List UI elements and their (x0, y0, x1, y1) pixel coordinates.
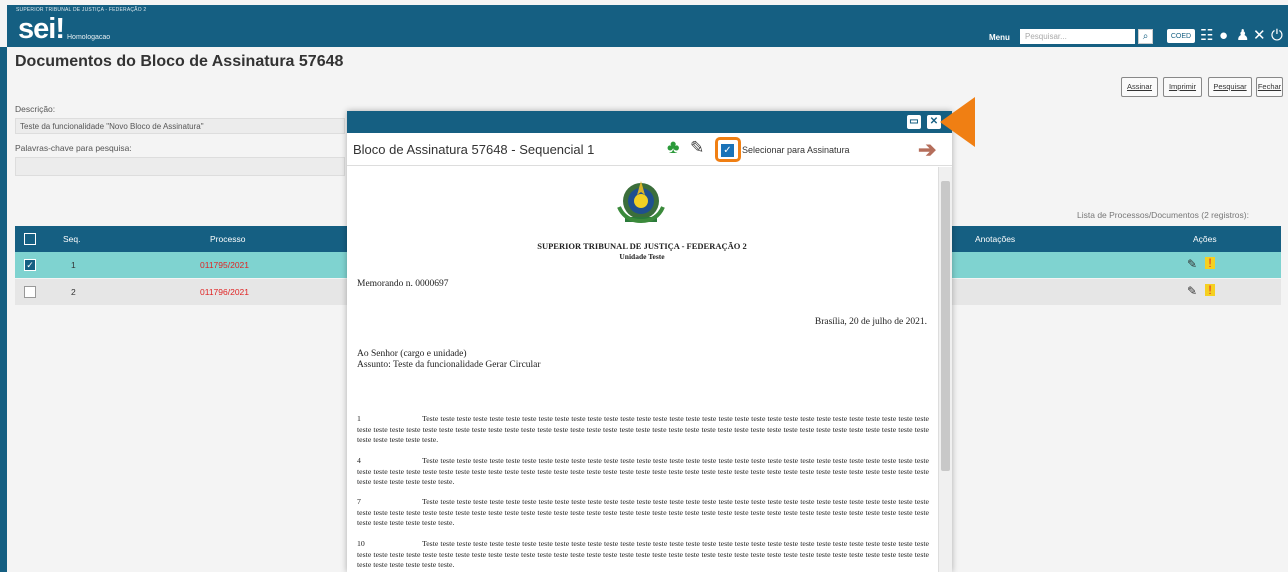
tree-icon[interactable]: ♣ (667, 137, 679, 159)
paragraph: 10 Teste teste teste teste teste teste te… (357, 539, 929, 570)
document-view: SUPERIOR TRIBUNAL DE JUSTIÇA - FEDERAÇÃO… (347, 167, 937, 572)
tools-icon[interactable]: ✕ (1253, 27, 1266, 45)
left-border (0, 47, 7, 572)
modal-title: Bloco de Assinatura 57648 - Sequencial 1 (353, 142, 595, 157)
sei-logo[interactable]: sei! (18, 15, 65, 44)
modal-header: Bloco de Assinatura 57648 - Sequencial 1… (347, 133, 952, 166)
arrow-right-icon[interactable]: ➔ (918, 137, 936, 163)
select-all-checkbox[interactable] (24, 233, 36, 245)
info-icon[interactable]: ● (1219, 27, 1228, 45)
scroll-thumb[interactable] (941, 181, 950, 471)
descricao-label: Descrição: (15, 104, 56, 114)
memo-number: Memorando n. 0000697 (357, 279, 449, 289)
power-icon[interactable]: ⏻ (1271, 27, 1283, 45)
doc-recipient: Ao Senhor (cargo e unidade) (357, 349, 467, 359)
search-input[interactable]: Pesquisar... (1020, 29, 1135, 44)
brasao-seal (617, 181, 665, 224)
doc-date: Brasília, 20 de julho de 2021. (814, 317, 927, 327)
imprimir-button[interactable]: Imprimir (1163, 77, 1202, 97)
select-for-signature-checkbox[interactable]: ✓ (721, 144, 734, 157)
alert-icon[interactable]: ! (1205, 284, 1215, 296)
alert-icon[interactable]: ! (1205, 257, 1215, 269)
search-icon[interactable]: ⌕ (1138, 29, 1153, 44)
grid-icon[interactable]: ☷ (1200, 27, 1213, 45)
records-count: Lista de Processos/Documentos (2 registr… (1077, 210, 1249, 220)
palavras-chave-label: Palavras-chave para pesquisa: (15, 143, 132, 153)
process-link[interactable]: 011795/2021 (200, 260, 249, 270)
unit-name: Unidade Teste (619, 252, 665, 261)
orange-pointer-arrow (940, 97, 975, 147)
pen-icon[interactable]: ✎ (1187, 257, 1197, 271)
col-anotacoes: Anotações (975, 234, 1016, 244)
palavras-chave-field (15, 157, 345, 176)
minimize-icon[interactable]: ▭ (907, 115, 921, 129)
select-for-signature-label: Selecionar para Assinatura (742, 145, 850, 155)
process-link[interactable]: 011796/2021 (200, 287, 249, 297)
pesquisar-button[interactable]: Pesquisar (1208, 77, 1252, 97)
row-checkbox[interactable]: ✓ (24, 259, 36, 271)
page-title: Documentos do Bloco de Assinatura 57648 (15, 53, 344, 70)
menu-button[interactable]: Menu (989, 33, 1010, 42)
close-icon[interactable]: ✕ (927, 115, 941, 129)
row-seq: 2 (71, 287, 76, 297)
col-acoes: Ações (1193, 234, 1217, 244)
environment-label: Homologacao (67, 34, 111, 41)
modal-titlebar: ▭ ✕ (347, 111, 952, 133)
pen-icon[interactable]: ✎ (690, 138, 704, 158)
assinar-button[interactable]: Assinar (1121, 77, 1158, 97)
doc-subject: Assunto: Teste da funcionalidade Gerar C… (357, 360, 541, 370)
paragraph: 1 Teste teste teste teste teste teste tes… (357, 414, 929, 445)
unit-selector[interactable]: COED (1167, 29, 1195, 43)
col-processo: Processo (210, 234, 246, 244)
row-checkbox[interactable] (24, 286, 36, 298)
court-name: SUPERIOR TRIBUNAL DE JUSTIÇA - FEDERAÇÃO… (537, 241, 747, 251)
scrollbar[interactable] (938, 167, 952, 572)
fechar-button[interactable]: Fechar (1256, 77, 1283, 97)
row-seq: 1 (71, 260, 76, 270)
paragraph: 7 Teste teste teste teste teste teste tes… (357, 497, 929, 528)
top-bar: SUPERIOR TRIBUNAL DE JUSTIÇA - FEDERAÇÃO… (7, 5, 1288, 47)
paragraph: 4 Teste teste teste teste teste teste tes… (357, 456, 929, 487)
pen-icon[interactable]: ✎ (1187, 284, 1197, 298)
user-icon[interactable]: ♟ (1236, 27, 1249, 45)
col-seq: Seq. (63, 234, 81, 244)
document-modal: ▭ ✕ Bloco de Assinatura 57648 - Sequenci… (347, 111, 952, 572)
descricao-field: Teste da funcionalidade "Novo Bloco de A… (15, 118, 345, 134)
